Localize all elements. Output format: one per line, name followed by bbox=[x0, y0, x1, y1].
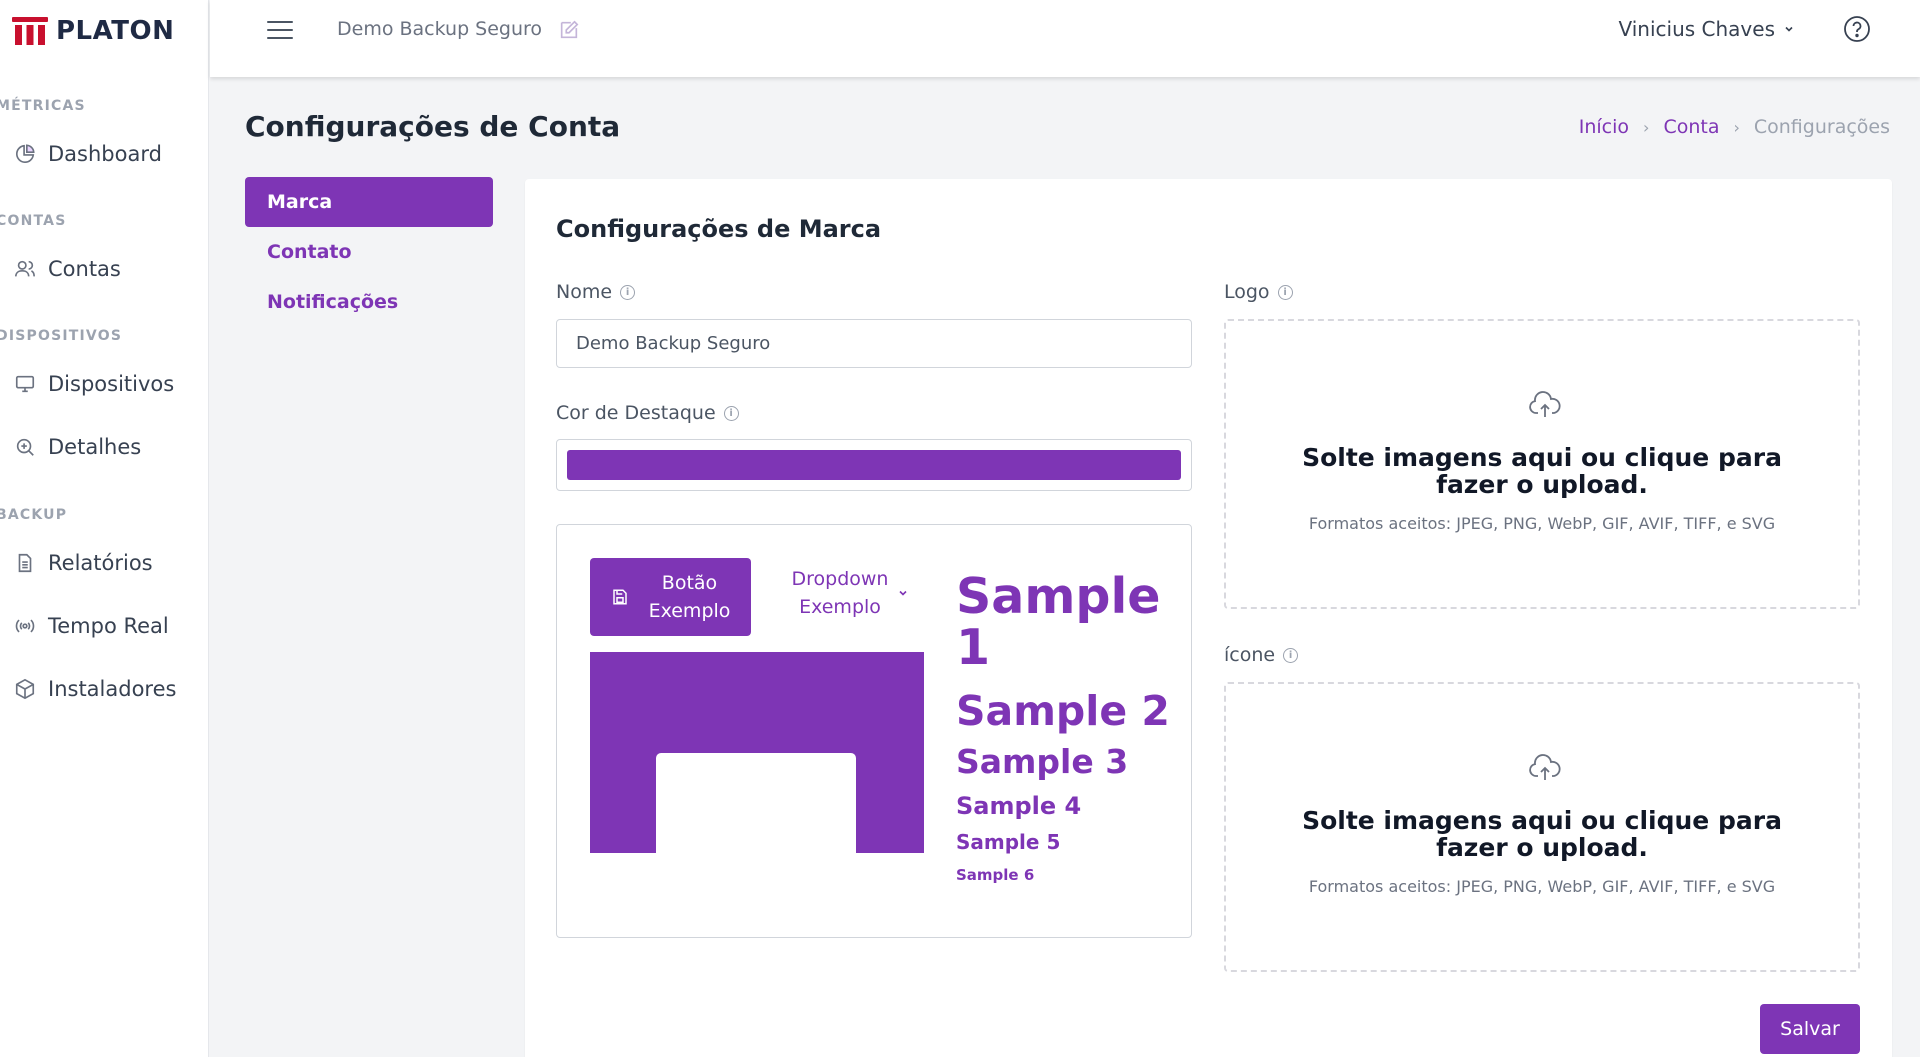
sidebar-item-dispositivos[interactable]: Dispositivos bbox=[14, 372, 174, 396]
sidebar-item-contas[interactable]: Contas bbox=[14, 257, 121, 281]
color-swatch bbox=[567, 450, 1181, 480]
brand-preview: Botão Exemplo Dropdown Exemplo Sample 1 … bbox=[556, 524, 1192, 938]
sidebar-item-label: Dispositivos bbox=[48, 372, 175, 396]
sidebar-section-backup: BACKUP bbox=[0, 507, 68, 523]
name-label-text: Nome bbox=[556, 281, 613, 303]
topbar: Demo Backup Seguro Vinicius Chaves bbox=[210, 0, 1920, 77]
brand-settings-card: Configurações de Marca Nome i Cor de Des… bbox=[525, 179, 1892, 1057]
platon-logo-icon bbox=[12, 17, 48, 45]
sidebar-section-metricas: MÉTRICAS bbox=[0, 98, 86, 114]
breadcrumb-inicio[interactable]: Início bbox=[1579, 116, 1629, 138]
user-menu[interactable]: Vinicius Chaves bbox=[1619, 17, 1796, 41]
chevron-right-icon: › bbox=[1643, 117, 1650, 137]
sidebar-item-label: Relatórios bbox=[48, 551, 153, 575]
sample-6: Sample 6 bbox=[956, 866, 1035, 884]
settings-tab-marca[interactable]: Marca bbox=[245, 177, 493, 227]
icon-label: ícone i bbox=[1224, 644, 1299, 666]
brand-logo[interactable]: PLATON bbox=[12, 14, 174, 48]
brand-name: PLATON bbox=[56, 16, 175, 46]
preview-color-block-cutout bbox=[656, 753, 856, 853]
sample-1: Sample 1 bbox=[956, 568, 1161, 677]
menu-toggle-icon[interactable] bbox=[266, 19, 294, 41]
package-icon bbox=[14, 678, 36, 700]
sidebar: PLATON MÉTRICAS Dashboard CONTAS Contas … bbox=[0, 0, 209, 1057]
sidebar-item-label: Contas bbox=[48, 257, 121, 281]
name-input[interactable] bbox=[556, 319, 1192, 368]
preview-button-label-line1: Botão bbox=[661, 572, 718, 594]
cloud-upload-icon bbox=[1529, 391, 1561, 417]
dropzone-formats: Formatos aceitos: JPEG, PNG, WebP, GIF, … bbox=[1308, 514, 1776, 533]
chevron-down-icon bbox=[1785, 26, 1793, 32]
sidebar-item-tempo-real[interactable]: Tempo Real bbox=[14, 614, 169, 638]
broadcast-icon bbox=[14, 615, 36, 637]
help-icon[interactable] bbox=[1842, 14, 1872, 44]
logo-label-text: Logo bbox=[1224, 281, 1270, 303]
card-title: Configurações de Marca bbox=[556, 215, 882, 243]
users-icon bbox=[14, 258, 36, 280]
preview-color-block bbox=[590, 652, 924, 853]
sidebar-item-label: Detalhes bbox=[48, 435, 142, 459]
settings-tab-contato[interactable]: Contato bbox=[245, 227, 493, 277]
icon-label-text: ícone bbox=[1224, 644, 1276, 666]
name-label: Nome i bbox=[556, 281, 636, 303]
sidebar-section-dispositivos: DISPOSITIVOS bbox=[0, 328, 123, 344]
settings-tab-notificacoes[interactable]: Notificações bbox=[245, 277, 493, 327]
chart-pie-icon bbox=[14, 143, 36, 165]
page-title: Configurações de Conta bbox=[245, 110, 621, 143]
logo-label: Logo i bbox=[1224, 281, 1293, 303]
sample-3: Sample 3 bbox=[956, 742, 1129, 781]
info-icon[interactable]: i bbox=[620, 284, 636, 300]
sidebar-item-label: Dashboard bbox=[48, 142, 162, 166]
breadcrumb-conta[interactable]: Conta bbox=[1663, 116, 1719, 138]
icon-dropzone[interactable]: Solte imagens aqui ou clique para fazer … bbox=[1224, 682, 1860, 972]
sidebar-item-instaladores[interactable]: Instaladores bbox=[14, 677, 176, 701]
sidebar-item-detalhes[interactable]: Detalhes bbox=[14, 435, 141, 459]
breadcrumb: Início › Conta › Configurações bbox=[1579, 116, 1890, 138]
breadcrumb-current: Configurações bbox=[1753, 116, 1890, 138]
preview-button-label-line2: Exemplo bbox=[648, 600, 731, 622]
preview-dropdown-label-line1: Dropdown bbox=[791, 568, 889, 590]
sample-2: Sample 2 bbox=[956, 687, 1170, 735]
sidebar-item-dashboard[interactable]: Dashboard bbox=[14, 142, 162, 166]
cloud-upload-icon bbox=[1529, 754, 1561, 780]
dropzone-title: Solte imagens aqui ou clique para fazer … bbox=[1302, 443, 1782, 499]
info-icon[interactable]: i bbox=[723, 405, 739, 421]
sample-5: Sample 5 bbox=[956, 830, 1061, 854]
preview-button-label: Botão Exemplo bbox=[649, 569, 731, 625]
chevron-down-icon bbox=[899, 590, 907, 596]
user-name: Vinicius Chaves bbox=[1618, 17, 1776, 41]
info-icon[interactable]: i bbox=[1283, 647, 1299, 663]
monitor-icon bbox=[14, 373, 36, 395]
info-icon[interactable]: i bbox=[1277, 284, 1293, 300]
accent-color-picker[interactable] bbox=[556, 439, 1192, 491]
sidebar-section-contas: CONTAS bbox=[0, 213, 67, 229]
chevron-right-icon: › bbox=[1733, 117, 1740, 137]
document-icon bbox=[14, 552, 36, 574]
color-label-text: Cor de Destaque bbox=[556, 402, 716, 424]
sidebar-item-relatorios[interactable]: Relatórios bbox=[14, 551, 153, 575]
save-button[interactable]: Salvar bbox=[1760, 1004, 1860, 1054]
edit-icon[interactable] bbox=[558, 19, 580, 41]
save-icon bbox=[612, 589, 627, 605]
sidebar-item-label: Instaladores bbox=[48, 677, 177, 701]
zoom-in-icon bbox=[14, 436, 36, 458]
preview-dropdown[interactable]: Dropdown Exemplo bbox=[775, 565, 907, 621]
sample-4: Sample 4 bbox=[956, 792, 1082, 820]
logo-dropzone[interactable]: Solte imagens aqui ou clique para fazer … bbox=[1224, 319, 1860, 609]
preview-button[interactable]: Botão Exemplo bbox=[590, 558, 751, 636]
sidebar-item-label: Tempo Real bbox=[48, 614, 169, 638]
preview-dropdown-label-line2: Exemplo bbox=[799, 596, 881, 618]
color-label: Cor de Destaque i bbox=[556, 402, 739, 424]
dropzone-formats: Formatos aceitos: JPEG, PNG, WebP, GIF, … bbox=[1308, 877, 1776, 896]
dropzone-title: Solte imagens aqui ou clique para fazer … bbox=[1302, 806, 1782, 862]
org-name: Demo Backup Seguro bbox=[337, 18, 543, 40]
